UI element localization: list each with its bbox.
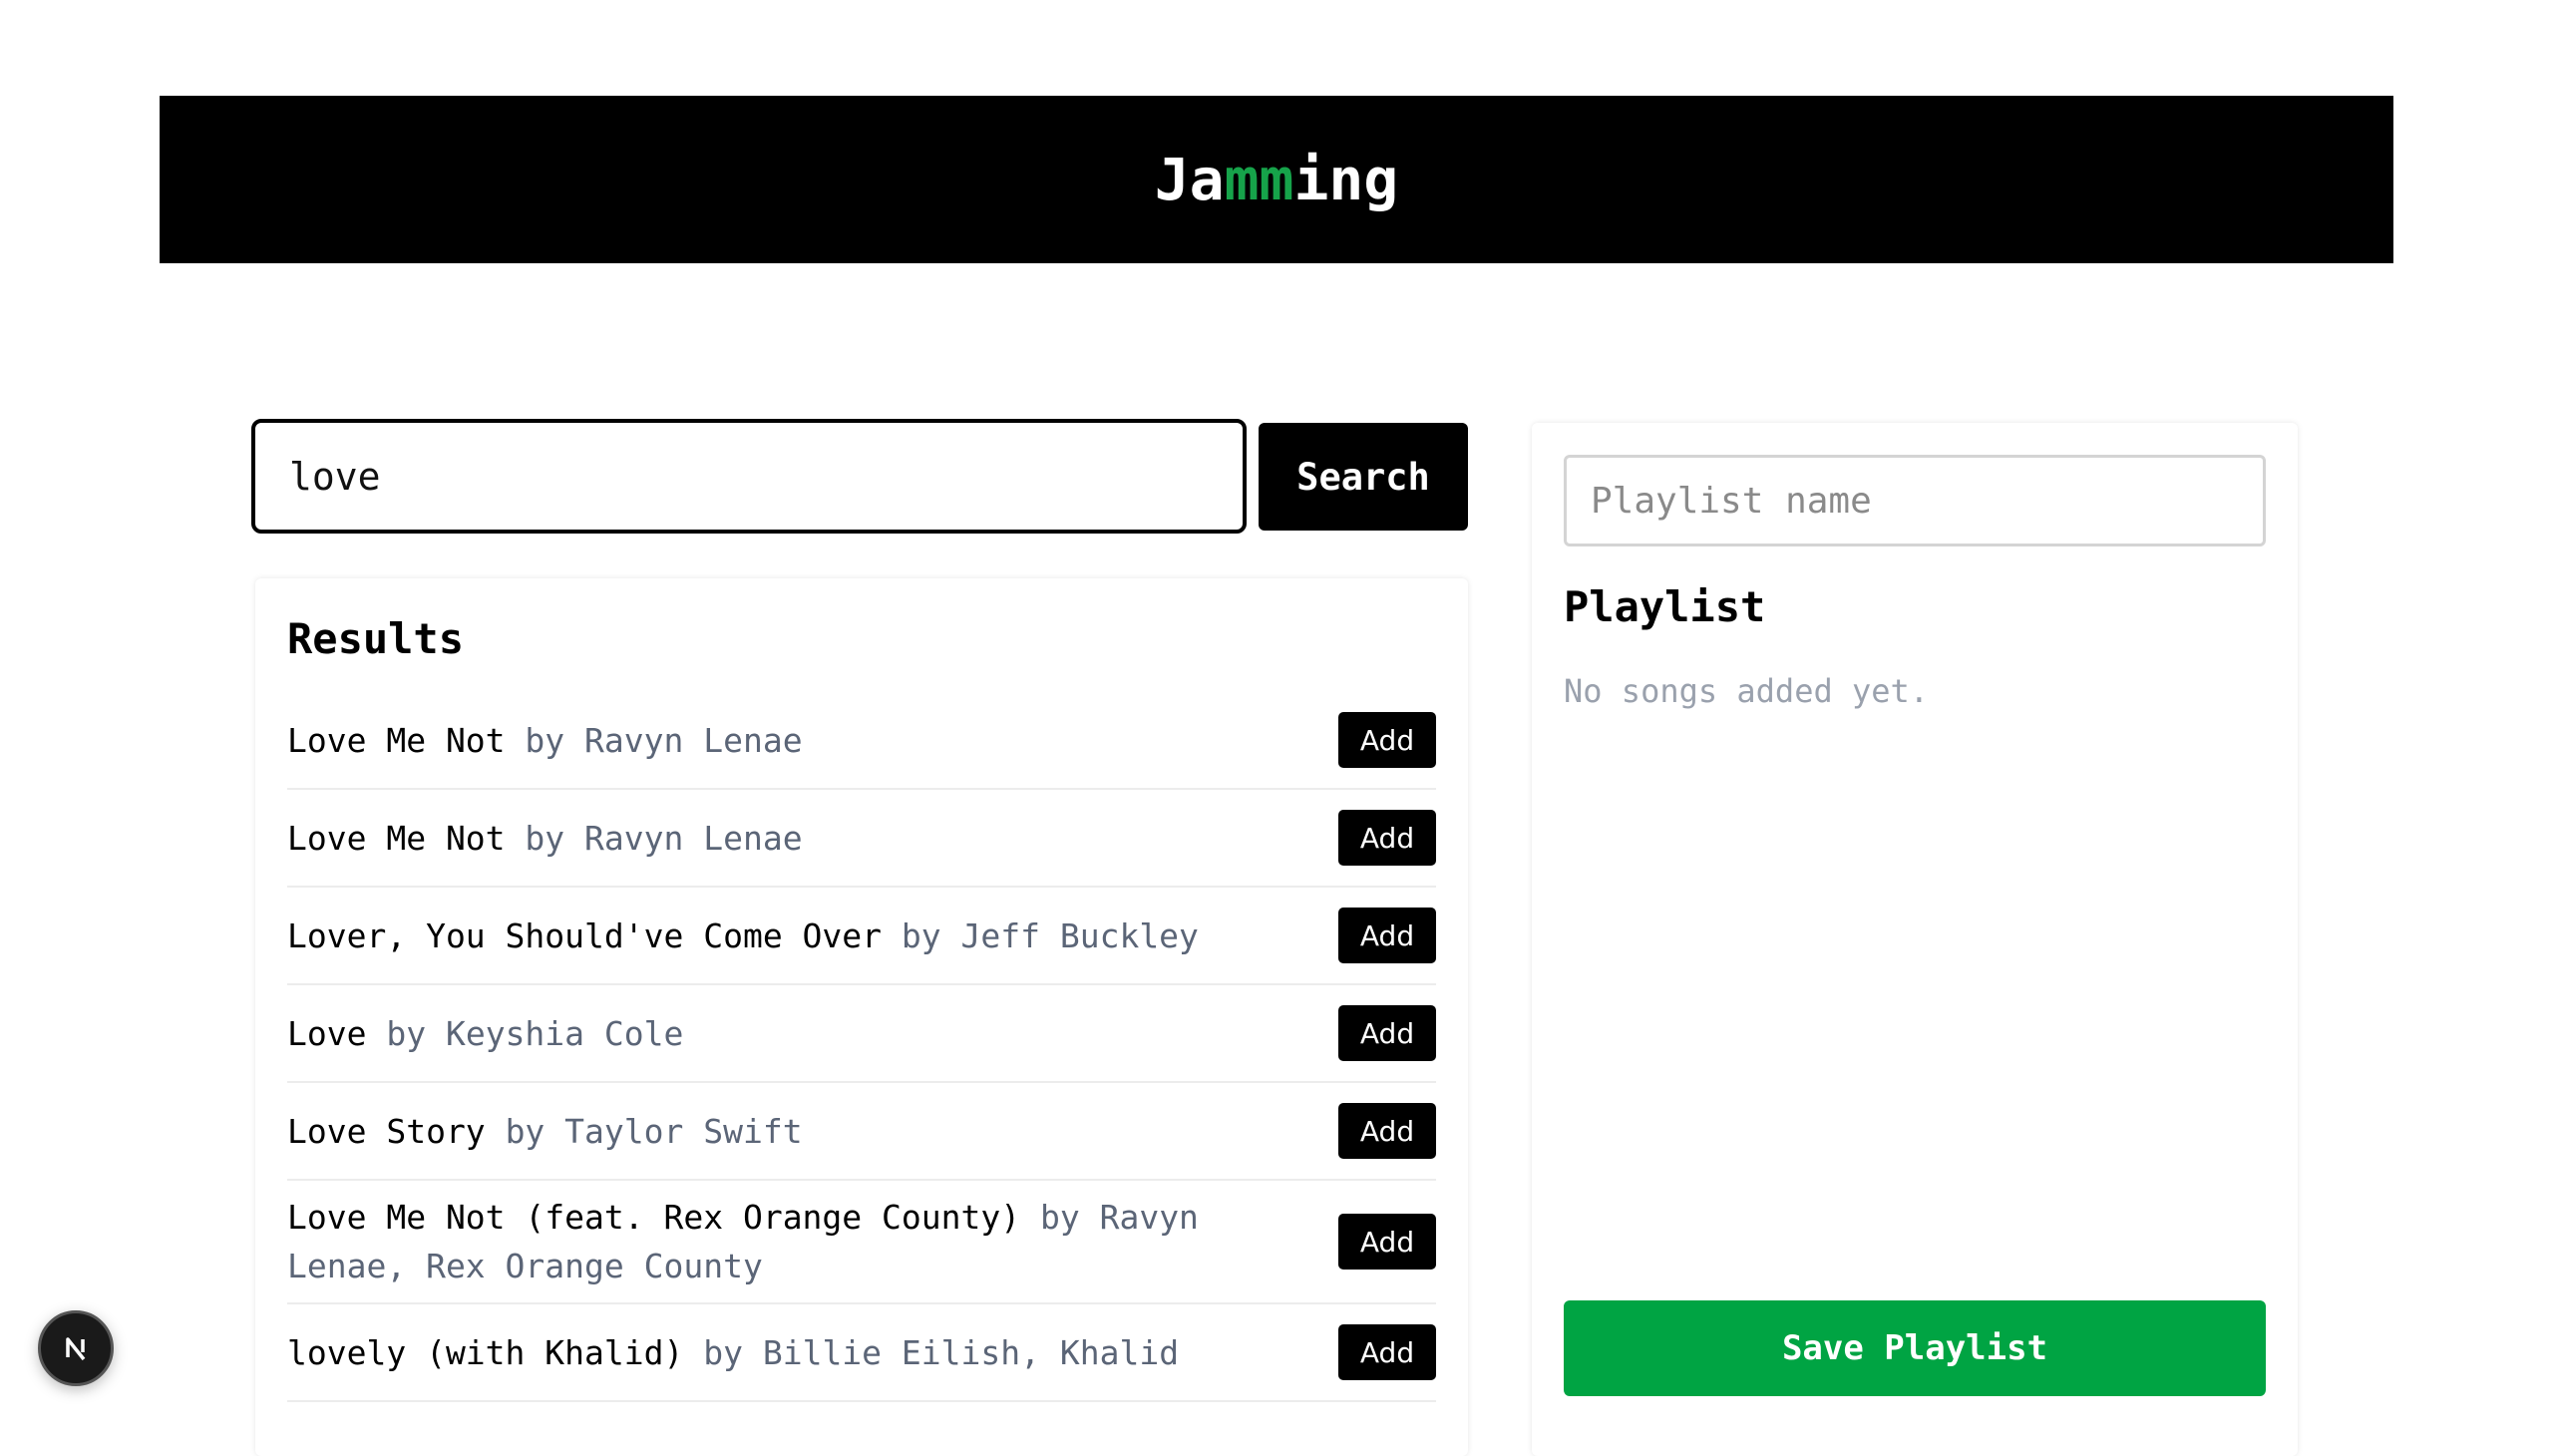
track-artist: by Keyshia Cole [386,1013,684,1053]
add-track-button[interactable]: Add [1338,712,1436,768]
track-row: Love Story by Taylor Swift Add [287,1083,1436,1181]
track-row: Love by Keyshia Cole Add [287,985,1436,1083]
track-row: Love Me Not by Ravyn Lenae Add [287,692,1436,790]
track-info: Love by Keyshia Cole [287,1009,683,1058]
track-info: Love Me Not (feat. Rex Orange County) by… [287,1193,1284,1290]
add-track-button[interactable]: Add [1338,1324,1436,1380]
add-track-button[interactable]: Add [1338,1214,1436,1270]
track-info: Love Story by Taylor Swift [287,1107,803,1156]
logo-part2: ing [1293,146,1399,213]
track-artist: by Jeff Buckley [901,915,1199,955]
logo-accent: mm [1224,146,1294,213]
track-info: Love Me Not by Ravyn Lenae [287,814,803,863]
track-info: Love Me Not by Ravyn Lenae [287,716,803,765]
playlist-empty-text: No songs added yet. [1564,672,1930,710]
track-name: Love Story [287,1111,486,1151]
track-info: Lover, You Should've Come Over by Jeff B… [287,911,1199,960]
track-artist: by Taylor Swift [505,1111,803,1151]
save-playlist-button[interactable]: Save Playlist [1564,1300,2266,1396]
track-artist: by Ravyn Lenae [525,818,803,858]
nextjs-icon [58,1330,94,1366]
track-name: Love [287,1013,367,1053]
app-header: Jamming [160,96,2393,263]
track-info: lovely (with Khalid) by Billie Eilish, K… [287,1328,1179,1377]
search-input[interactable] [251,419,1247,534]
logo-part1: Ja [1154,146,1225,213]
track-row: Love Me Not by Ravyn Lenae Add [287,790,1436,888]
track-name: Love Me Not [287,720,506,760]
playlist-panel: Playlist No songs added yet. Save Playli… [1532,423,2298,1456]
track-name: Love Me Not (feat. Rex Orange County) [287,1198,1021,1237]
track-artist: by Ravyn Lenae [525,720,803,760]
track-name: lovely (with Khalid) [287,1332,684,1372]
nextjs-devtools-button[interactable] [38,1310,114,1386]
add-track-button[interactable]: Add [1338,908,1436,963]
search-button[interactable]: Search [1259,423,1468,531]
track-artist: by Billie Eilish, Khalid [703,1332,1180,1372]
track-row: lovely (with Khalid) by Billie Eilish, K… [287,1304,1436,1402]
results-track-list: Love Me Not by Ravyn Lenae Add Love Me N… [287,692,1436,1402]
results-title: Results [287,614,465,663]
results-panel: Results Love Me Not by Ravyn Lenae Add L… [255,578,1468,1456]
playlist-title: Playlist [1564,582,1766,631]
track-name: Love Me Not [287,818,506,858]
add-track-button[interactable]: Add [1338,810,1436,866]
app-logo: Jamming [1155,146,1398,213]
add-track-button[interactable]: Add [1338,1005,1436,1061]
track-name: Lover, You Should've Come Over [287,915,883,955]
add-track-button[interactable]: Add [1338,1103,1436,1159]
track-row: Lover, You Should've Come Over by Jeff B… [287,888,1436,985]
track-row: Love Me Not (feat. Rex Orange County) by… [287,1181,1436,1304]
playlist-name-input[interactable] [1564,455,2266,546]
